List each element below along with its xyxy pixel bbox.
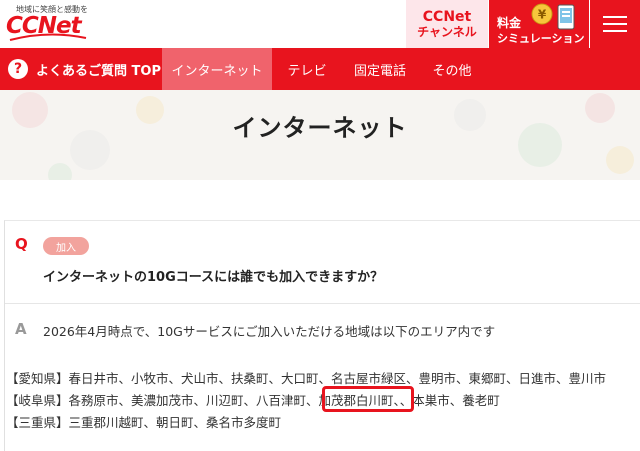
logo-swoosh-icon <box>9 33 87 41</box>
area-gifu: 【岐阜県】各務原市、美濃加茂市、川辺町、八百津町、加茂郡白川町、、本巣市、養老町 <box>6 393 500 408</box>
tab-other[interactable]: その他 <box>418 48 486 90</box>
faq-category-nav: ? よくあるご質問 TOP インターネット テレビ 固定電話 その他 <box>0 48 640 90</box>
ccnet-channel-button[interactable]: CCNet チャンネル <box>406 0 488 48</box>
sim-label-2: シミュレーション <box>497 32 585 45</box>
question-row: Q 加入 インターネットの10Gコースには誰でも加入できますか？ <box>5 221 640 304</box>
tab-internet[interactable]: インターネット <box>162 48 272 90</box>
hamburger-icon <box>603 16 627 32</box>
coin-symbol: ¥ <box>538 8 547 22</box>
answer-text: 2026年4月時点で、10Gサービスにご加入いただける地域は以下のエリア内です <box>43 324 496 339</box>
hamburger-menu-button[interactable] <box>590 0 640 48</box>
channel-label-1: CCNet <box>422 8 472 25</box>
question-circle-icon: ? <box>8 59 28 79</box>
ccnet-logo[interactable]: 地域に笑顔と感動を CCNet <box>6 4 92 44</box>
page-hero: インターネット <box>0 90 640 180</box>
highlight-box <box>322 386 414 412</box>
page-title: インターネット <box>232 114 408 142</box>
channel-label-2: チャンネル <box>417 24 477 39</box>
tab-landline[interactable]: 固定電話 <box>342 48 418 90</box>
category-badge: 加入 <box>43 237 89 255</box>
faq-top-link[interactable]: ? よくあるご質問 TOP <box>8 48 161 90</box>
area-aichi: 【愛知県】春日井市、小牧市、犬山市、扶桑町、大口町、名古屋市緑区、豊明市、東郷町… <box>6 371 607 386</box>
q-mark: Q <box>15 235 28 253</box>
sim-label-1: 料金 <box>497 16 522 30</box>
area-mie: 【三重県】三重郡川越町、朝日町、桑名市多度町 <box>6 415 282 430</box>
yen-coin-icon: ¥ <box>531 3 553 25</box>
faq-top-label: よくあるご質問 TOP <box>36 63 161 79</box>
price-simulation-button[interactable]: ¥ 料金 シミュレーション <box>489 0 589 48</box>
smartphone-icon <box>557 4 575 30</box>
tab-tv[interactable]: テレビ <box>272 48 342 90</box>
site-header: 地域に笑顔と感動を CCNet CCNet チャンネル ¥ 料金 シミュレーショ… <box>0 0 640 48</box>
a-mark: A <box>15 320 27 338</box>
question-text: インターネットの10Gコースには誰でも加入できますか？ <box>43 270 384 285</box>
